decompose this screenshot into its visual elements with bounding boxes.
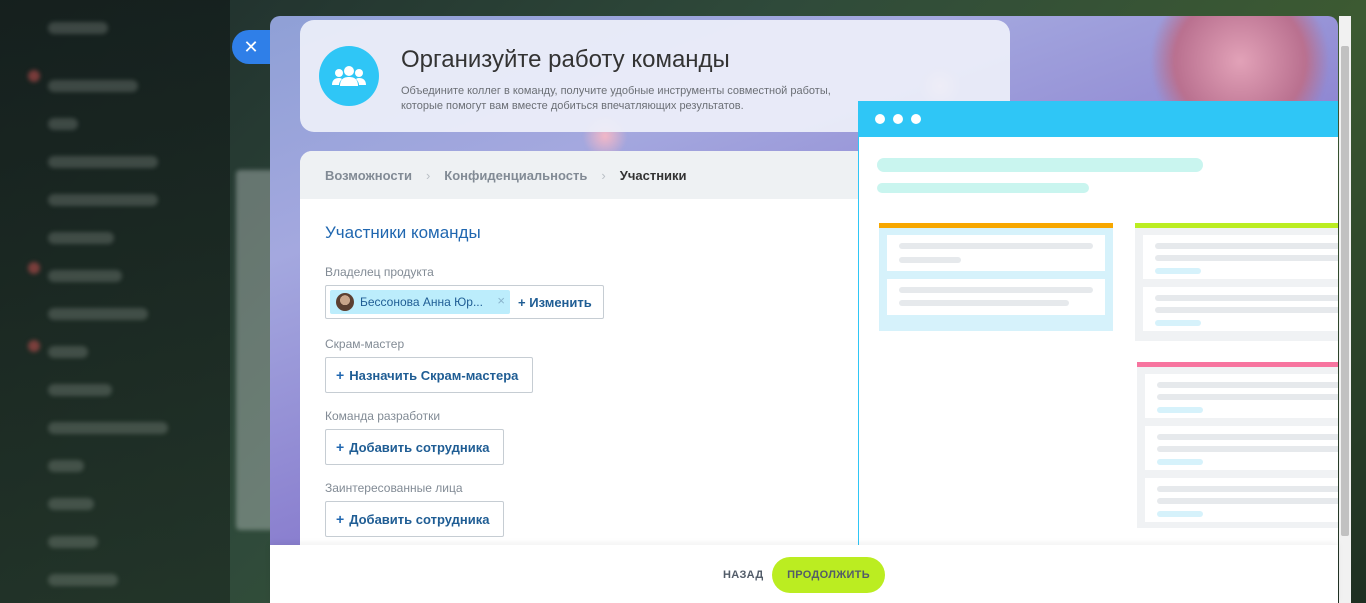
background-item: [48, 460, 84, 472]
back-button[interactable]: НАЗАД: [723, 569, 763, 581]
background-item: [48, 232, 114, 244]
team-icon: [319, 46, 379, 106]
background-item: [48, 574, 118, 586]
chevron-right-icon: ›: [425, 167, 431, 183]
avatar: [336, 293, 354, 311]
window-titlebar: [859, 101, 1338, 137]
background-item: [48, 156, 158, 168]
card-line: [1157, 498, 1338, 504]
card-line: [1157, 511, 1203, 517]
plus-icon: +: [336, 439, 345, 455]
chevron-right-icon: ›: [601, 167, 606, 183]
breadcrumb-item-members[interactable]: Участники: [620, 168, 687, 183]
card-line: [1157, 486, 1338, 492]
owner-label: Владелец продукта: [325, 265, 434, 279]
background-item: [48, 80, 138, 92]
background-item: [48, 422, 168, 434]
card-line: [1155, 320, 1201, 326]
scrum-master-label: Скрам-мастер: [325, 337, 405, 351]
background-sidebar: [0, 0, 230, 603]
plus-icon: +: [518, 295, 530, 310]
card-line: [1155, 255, 1338, 261]
add-dev-team-member-button[interactable]: + Добавить сотрудника: [325, 429, 505, 465]
background-item: [48, 118, 78, 130]
change-owner-label: Изменить: [529, 295, 592, 310]
scrollbar[interactable]: [1339, 16, 1351, 603]
card-line: [1155, 295, 1338, 301]
column-header: [879, 223, 1113, 228]
card-line: [899, 257, 961, 263]
card-line: [1157, 446, 1338, 452]
owner-tag: Бессонова Анна Юр... ×: [330, 290, 510, 314]
background-item: [48, 384, 112, 396]
remove-icon[interactable]: ×: [497, 293, 505, 308]
page-title: Организуйте работу команды: [401, 46, 730, 73]
card-line: [1157, 394, 1338, 400]
kanban-card: [1145, 374, 1338, 418]
column-header: [1137, 362, 1338, 367]
stakeholders-label: Заинтересованные лица: [325, 481, 463, 495]
background-item: [48, 536, 98, 548]
assign-scrum-master-label: Назначить Скрам-мастера: [349, 367, 519, 383]
breadcrumb-item-privacy[interactable]: Конфиденциальность: [444, 168, 587, 183]
dev-team-label: Команда разработки: [325, 409, 441, 423]
kanban-column: [1135, 223, 1338, 341]
card-line: [899, 287, 1093, 293]
owner-selector[interactable]: Бессонова Анна Юр... × + Изменить: [325, 285, 604, 319]
skeleton-line: [877, 183, 1089, 193]
footer-bar: НАЗАД ПРОДОЛЖИТЬ: [270, 545, 1338, 603]
kanban-card: [1143, 287, 1338, 331]
card-line: [899, 300, 1069, 306]
owner-name: Бессонова Анна Юр...: [360, 295, 483, 309]
kanban-illustration: [858, 101, 1338, 551]
breadcrumb-item-features[interactable]: Возможности: [325, 168, 412, 183]
background-item: [48, 346, 88, 358]
card-line: [1157, 407, 1203, 413]
card-line: [899, 243, 1093, 249]
assign-scrum-master-button[interactable]: + Назначить Скрам-мастера: [325, 357, 534, 393]
kanban-column: [879, 223, 1113, 331]
kanban-card: [887, 235, 1105, 271]
window-dot-icon: [911, 114, 921, 124]
close-icon: ✕: [243, 36, 259, 57]
slider-panel: Организуйте работу команды Объедините ко…: [270, 16, 1338, 603]
close-button[interactable]: ✕: [232, 30, 270, 64]
page-description: Объедините коллег в команду, получите уд…: [401, 85, 831, 112]
plus-icon: +: [336, 511, 345, 527]
kanban-column: [1137, 362, 1338, 528]
card-line: [1157, 434, 1338, 440]
background-item: [28, 70, 40, 82]
kanban-card: [1145, 478, 1338, 522]
window-dot-icon: [893, 114, 903, 124]
card-line: [1155, 268, 1201, 274]
card-line: [1155, 243, 1338, 249]
background-item: [48, 22, 108, 34]
window-dot-icon: [875, 114, 885, 124]
breadcrumb: Возможности › Конфиденциальность › Участ…: [300, 151, 900, 199]
card-line: [1157, 382, 1338, 388]
background-item: [48, 270, 122, 282]
form-panel: Возможности › Конфиденциальность › Участ…: [300, 151, 900, 603]
skeleton-line: [877, 158, 1203, 172]
plus-icon: +: [336, 367, 345, 383]
kanban-card: [887, 279, 1105, 315]
background-item: [48, 194, 158, 206]
add-dev-team-member-label: Добавить сотрудника: [349, 439, 490, 455]
scrollbar-thumb[interactable]: [1341, 46, 1349, 536]
kanban-card: [1143, 235, 1338, 279]
background-item: [48, 498, 94, 510]
add-stakeholder-button[interactable]: + Добавить сотрудника: [325, 501, 505, 537]
card-line: [1155, 307, 1338, 313]
add-stakeholder-label: Добавить сотрудника: [349, 511, 490, 527]
change-owner-button[interactable]: + Изменить: [518, 295, 592, 310]
background-item: [28, 340, 40, 352]
background-item: [48, 308, 148, 320]
section-title: Участники команды: [325, 223, 481, 242]
continue-button[interactable]: ПРОДОЛЖИТЬ: [772, 557, 885, 593]
background-item: [28, 262, 40, 274]
card-line: [1157, 459, 1203, 465]
column-header: [1135, 223, 1338, 228]
kanban-card: [1145, 426, 1338, 470]
